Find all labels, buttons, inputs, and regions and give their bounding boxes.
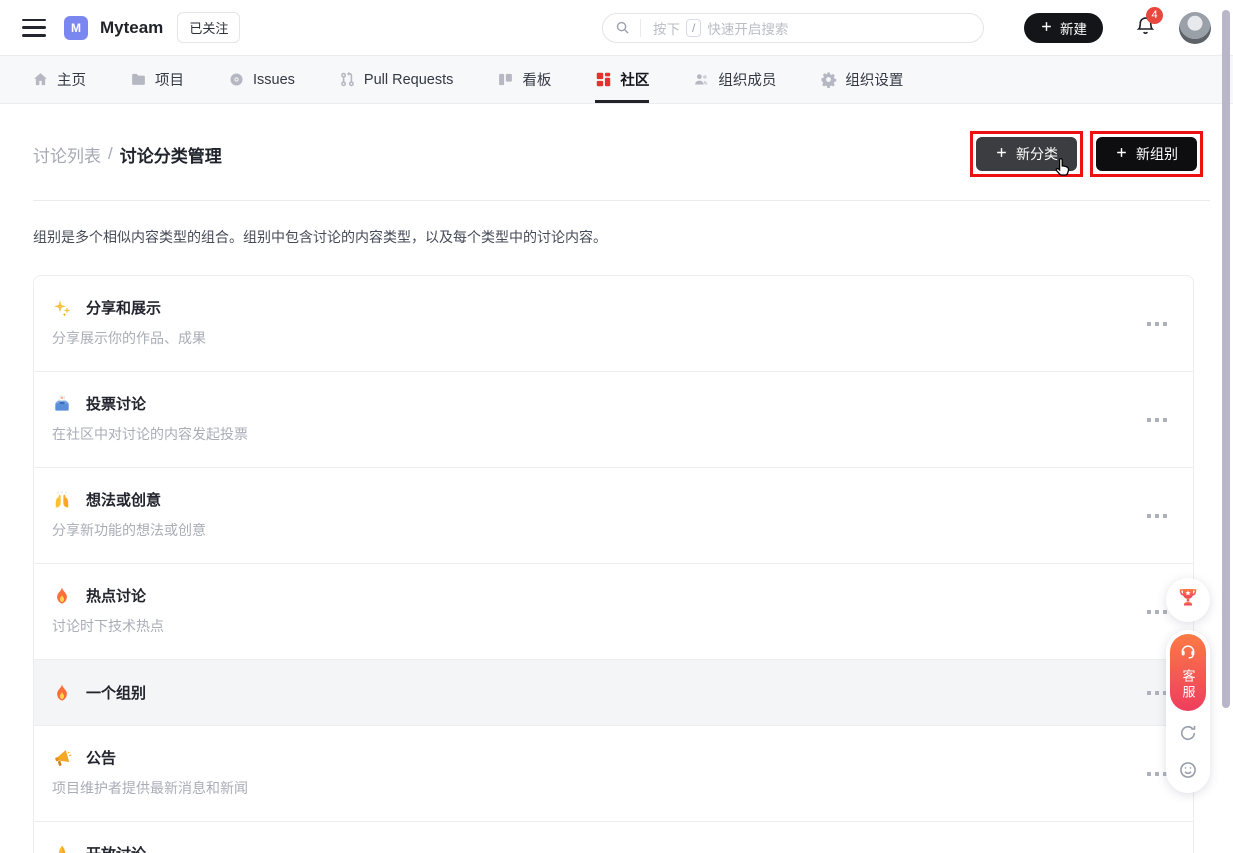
nav-item-community[interactable]: 社区 <box>595 56 649 103</box>
list-item-share[interactable]: 分享和展示 分享展示你的作品、成果 <box>34 276 1193 371</box>
folded-hands-icon <box>52 844 72 853</box>
members-icon <box>693 71 710 88</box>
top-bar: M Myteam 已关注 按下 / 快速开启搜索 新建 4 <box>0 0 1233 56</box>
list-item-group[interactable]: 一个组别 <box>34 659 1193 725</box>
plus-icon <box>1115 146 1128 162</box>
breadcrumb: 讨论列表 / 讨论分类管理 <box>33 142 222 167</box>
user-avatar[interactable] <box>1179 12 1211 44</box>
new-group-button[interactable]: 新组别 <box>1096 137 1197 171</box>
new-category-label: 新分类 <box>1016 144 1058 164</box>
nav-label: 主页 <box>57 69 86 90</box>
search-placeholder-suffix: 快速开启搜索 <box>707 18 788 38</box>
refresh-icon <box>1178 723 1198 748</box>
nav-item-kanban[interactable]: 看板 <box>497 56 551 103</box>
list-item-announcement[interactable]: 公告 项目维护者提供最新消息和新闻 <box>34 725 1193 821</box>
new-category-button[interactable]: 新分类 <box>976 137 1077 171</box>
assistant-widget: 客服 <box>1166 630 1210 793</box>
raising-hands-icon <box>52 490 72 510</box>
plus-icon <box>1040 20 1053 36</box>
new-button[interactable]: 新建 <box>1024 13 1103 43</box>
pull-request-icon <box>339 71 356 88</box>
list-item-vote[interactable]: 投票讨论 在社区中对讨论的内容发起投票 <box>34 371 1193 467</box>
category-desc: 在社区中对讨论的内容发起投票 <box>52 424 1133 444</box>
org-nav: 主页 项目 Issues Pull Requests 看板 社区 <box>0 56 1233 104</box>
notifications-button[interactable]: 4 <box>1135 15 1157 41</box>
category-title: 投票讨论 <box>86 393 146 414</box>
row-menu-button[interactable] <box>1143 510 1171 522</box>
nav-item-settings[interactable]: 组织设置 <box>820 56 903 103</box>
category-desc: 分享新功能的想法或创意 <box>52 520 1133 540</box>
nav-label: Pull Requests <box>364 72 453 88</box>
bell-icon <box>1135 23 1156 40</box>
category-desc: 项目维护者提供最新消息和新闻 <box>52 778 1133 798</box>
category-title: 分享和展示 <box>86 297 161 318</box>
refresh-button[interactable] <box>1166 723 1210 748</box>
trophy-icon <box>1176 586 1200 615</box>
new-button-label: 新建 <box>1060 18 1087 38</box>
breadcrumb-discussion-list[interactable]: 讨论列表 <box>33 142 101 167</box>
fire-icon <box>52 683 72 703</box>
nav-item-home[interactable]: 主页 <box>32 56 86 103</box>
nav-item-pull-requests[interactable]: Pull Requests <box>339 56 453 103</box>
category-title: 公告 <box>86 747 116 768</box>
list-item-hot[interactable]: 热点讨论 讨论时下技术热点 <box>34 563 1193 659</box>
category-desc: 讨论时下技术热点 <box>52 616 1133 636</box>
home-icon <box>32 71 49 88</box>
org-avatar[interactable]: M <box>64 16 88 40</box>
followed-button[interactable]: 已关注 <box>177 12 240 43</box>
page-description: 组别是多个相似内容类型的组合。组别中包含讨论的内容类型，以及每个类型中的讨论内容… <box>0 201 1233 275</box>
nav-item-members[interactable]: 组织成员 <box>693 56 776 103</box>
breadcrumb-separator: / <box>108 144 113 164</box>
page-title: 讨论分类管理 <box>120 142 222 167</box>
head-buttons: 新分类 新组别 <box>970 131 1203 177</box>
list-item-ideas[interactable]: 想法或创意 分享新功能的想法或创意 <box>34 467 1193 563</box>
issues-icon <box>228 71 245 88</box>
folder-icon <box>130 71 147 88</box>
category-title: 热点讨论 <box>86 585 146 606</box>
list-item-open[interactable]: 开放讨论 不适合在其他分类中讨论的与项目相关的任务及所有内容 <box>34 821 1193 853</box>
rewards-button[interactable] <box>1166 578 1210 622</box>
category-title: 开放讨论 <box>86 843 146 853</box>
nav-label: 组织成员 <box>718 69 776 90</box>
annotation-box-new-category: 新分类 <box>970 131 1083 177</box>
fire-icon <box>52 586 72 606</box>
page-header: 讨论列表 / 讨论分类管理 新分类 新组别 <box>0 104 1233 178</box>
menu-icon[interactable] <box>22 19 46 37</box>
row-menu-button[interactable] <box>1143 318 1171 330</box>
customer-service-label: 客服 <box>1180 669 1197 701</box>
row-menu-button[interactable] <box>1143 414 1171 426</box>
nav-label: 社区 <box>620 69 649 90</box>
category-title: 想法或创意 <box>86 489 161 510</box>
category-desc: 分享展示你的作品、成果 <box>52 328 1133 348</box>
annotation-box-new-group: 新组别 <box>1090 131 1203 177</box>
notification-badge: 4 <box>1146 7 1163 24</box>
plus-icon <box>995 146 1008 162</box>
ballot-box-icon <box>52 394 72 414</box>
scrollbar-thumb[interactable] <box>1222 10 1230 708</box>
gear-icon <box>820 71 837 88</box>
community-icon <box>595 71 612 88</box>
nav-item-projects[interactable]: 项目 <box>130 56 184 103</box>
search-placeholder-prefix: 按下 <box>653 18 680 38</box>
feedback-button[interactable] <box>1166 760 1210 785</box>
slash-key-hint: / <box>686 19 701 37</box>
smiley-icon <box>1178 760 1198 785</box>
customer-service-button[interactable]: 客服 <box>1170 634 1206 711</box>
search-divider <box>640 19 641 37</box>
megaphone-icon <box>52 748 72 768</box>
headset-chat-icon <box>1179 642 1197 665</box>
nav-label: 组织设置 <box>845 69 903 90</box>
org-name: Myteam <box>100 18 163 38</box>
group-title: 一个组别 <box>86 682 146 703</box>
search-input[interactable]: 按下 / 快速开启搜索 <box>602 13 984 43</box>
search-icon <box>615 20 630 35</box>
nav-label: 项目 <box>155 69 184 90</box>
kanban-icon <box>497 71 514 88</box>
new-group-label: 新组别 <box>1136 144 1178 164</box>
sparkles-icon <box>52 298 72 318</box>
nav-label: Issues <box>253 72 295 88</box>
nav-label: 看板 <box>522 69 551 90</box>
category-list: 分享和展示 分享展示你的作品、成果 投票讨论 在社区中对讨论的内容发起投票 <box>33 275 1194 853</box>
nav-item-issues[interactable]: Issues <box>228 56 295 103</box>
